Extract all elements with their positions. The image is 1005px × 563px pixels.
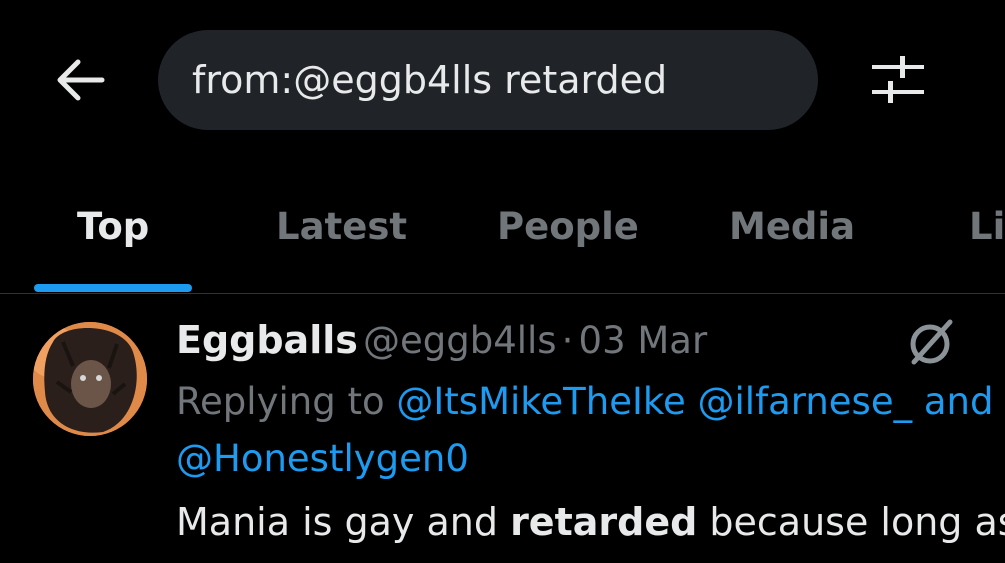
search-query-text: from:@eggb4lls retarded [192,58,668,102]
tweet-text: Mania is gay and retarded because long a… [176,500,1005,544]
grok-icon [910,319,953,365]
tab-latest[interactable]: Latest [276,160,407,293]
tab-lists[interactable]: Li [969,160,1005,293]
replying-to-line-2: @Honestlygen0 [176,437,469,480]
tweet-text-part-2: because long ass [697,500,1005,544]
tweet-text-part-1: Mania is gay and [176,500,511,544]
back-arrow-icon [57,59,105,101]
tweet-separator: · [561,319,574,362]
replying-to-label: Replying to [176,380,385,423]
active-tab-indicator [34,284,192,292]
tweet-handle[interactable]: @eggb4lls [363,319,557,362]
avatar[interactable] [33,322,147,436]
tweet-header: Eggballs @eggb4lls · 03 Mar [176,318,707,362]
tab-top[interactable]: Top [77,160,149,293]
reply-mention-2[interactable]: @ilfarnese_ [698,380,913,423]
reply-mention-3[interactable]: @Honestlygen0 [176,437,469,480]
tweet-text-highlight: retarded [510,500,698,544]
back-button[interactable] [52,52,108,108]
top-bar: from:@eggb4lls retarded [0,0,1005,160]
grok-button[interactable] [904,316,958,370]
reply-mention-and[interactable]: and [924,380,994,423]
filter-sliders-icon [872,56,924,103]
tab-people[interactable]: People [497,160,639,293]
search-tabs: Top Latest People Media Li [0,160,1005,294]
tab-media[interactable]: Media [729,160,855,293]
avatar-image [33,322,147,436]
search-filter-button[interactable] [866,52,930,108]
reply-mention-1[interactable]: @ItsMikeTheIke [396,380,685,423]
tweet-display-name[interactable]: Eggballs [176,318,358,362]
search-input[interactable]: from:@eggb4lls retarded [158,30,818,130]
tweet-date[interactable]: 03 Mar [579,319,708,362]
replying-to-line: Replying to @ItsMikeTheIke @ilfarnese_ a… [176,380,993,423]
